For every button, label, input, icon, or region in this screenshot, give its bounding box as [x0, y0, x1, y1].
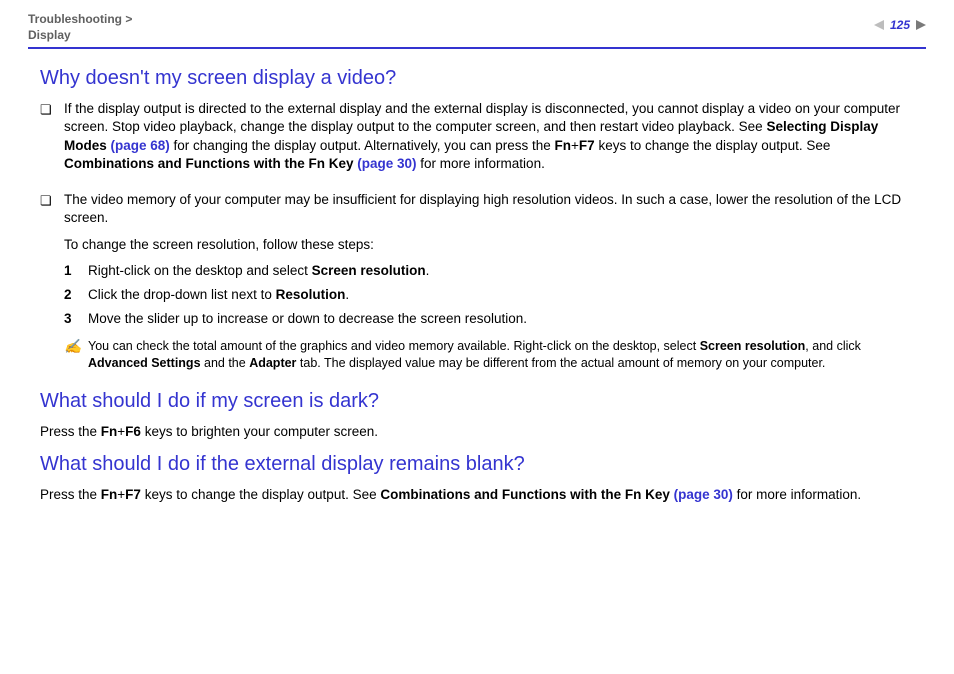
step-item: 1 Right-click on the desktop and select …: [64, 262, 914, 280]
key-f6: F6: [125, 424, 141, 439]
section1-heading: Why doesn't my screen display a video?: [40, 67, 914, 90]
list-item: ❏ If the display output is directed to t…: [40, 100, 914, 181]
bullet-icon: ❏: [40, 192, 64, 378]
breadcrumb: Troubleshooting > Display: [28, 12, 132, 43]
text: Press the: [40, 487, 101, 502]
resolution-steps: 1 Right-click on the desktop and select …: [64, 262, 914, 329]
section2-heading: What should I do if my screen is dark?: [40, 390, 914, 413]
text: for more information.: [417, 156, 545, 171]
text: Right-click on the desktop and select: [88, 263, 312, 278]
text: for more information.: [733, 487, 861, 502]
breadcrumb-sep: >: [122, 12, 132, 26]
breadcrumb-sub-link[interactable]: Display: [28, 28, 71, 42]
bullet-body: The video memory of your computer may be…: [64, 191, 914, 378]
ui-resolution: Resolution: [276, 287, 346, 302]
bullet-body: If the display output is directed to the…: [64, 100, 914, 181]
step-item: 2 Click the drop-down list next to Resol…: [64, 286, 914, 304]
text: The video memory of your computer may be…: [64, 191, 914, 227]
note: ✍ You can check the total amount of the …: [64, 338, 914, 372]
link-fn-key-combos[interactable]: Combinations and Functions with the Fn K…: [380, 487, 733, 502]
text: .: [345, 287, 349, 302]
text: Move the slider up to increase or down t…: [88, 310, 527, 328]
section3-heading: What should I do if the external display…: [40, 453, 914, 476]
arrow-left-icon: [874, 20, 884, 30]
text: keys to brighten your computer screen.: [141, 424, 378, 439]
text: Click the drop-down list next to: [88, 287, 276, 302]
text: To change the screen resolution, follow …: [64, 236, 914, 254]
note-text: You can check the total amount of the gr…: [88, 338, 914, 372]
key-f7: F7: [579, 138, 595, 153]
prev-page-button[interactable]: [874, 20, 884, 30]
section2-body: Press the Fn+F6 keys to brighten your co…: [40, 423, 914, 441]
note-icon: ✍: [64, 339, 88, 372]
text: +: [117, 424, 125, 439]
text: for changing the display output. Alterna…: [170, 138, 555, 153]
key-fn: Fn: [555, 138, 572, 153]
step-number: 3: [64, 310, 88, 328]
text: +: [571, 138, 579, 153]
section3-body: Press the Fn+F7 keys to change the displ…: [40, 486, 914, 504]
key-fn: Fn: [101, 487, 118, 502]
section1-bullets: ❏ If the display output is directed to t…: [40, 100, 914, 378]
next-page-button[interactable]: [916, 20, 926, 30]
breadcrumb-section-link[interactable]: Troubleshooting: [28, 12, 122, 26]
step-item: 3 Move the slider up to increase or down…: [64, 310, 914, 328]
key-fn: Fn: [101, 424, 118, 439]
page-number: 125: [888, 18, 912, 32]
page-header: Troubleshooting > Display 125: [28, 12, 926, 43]
content-area: Why doesn't my screen display a video? ❏…: [28, 67, 926, 504]
text: keys to change the display output. See: [141, 487, 380, 502]
step-number: 2: [64, 286, 88, 304]
step-number: 1: [64, 262, 88, 280]
text: Press the: [40, 424, 101, 439]
ui-screen-resolution: Screen resolution: [312, 263, 426, 278]
page-nav: 125: [874, 18, 926, 32]
text: +: [117, 487, 125, 502]
page-root: Troubleshooting > Display 125 Why doesn'…: [0, 0, 954, 674]
header-rule: [28, 47, 926, 49]
text: .: [426, 263, 430, 278]
link-fn-key-combos[interactable]: Combinations and Functions with the Fn K…: [64, 156, 417, 171]
key-f7: F7: [125, 487, 141, 502]
list-item: ❏ The video memory of your computer may …: [40, 191, 914, 378]
bullet-icon: ❏: [40, 101, 64, 181]
arrow-right-icon: [916, 20, 926, 30]
text: keys to change the display output. See: [595, 138, 831, 153]
